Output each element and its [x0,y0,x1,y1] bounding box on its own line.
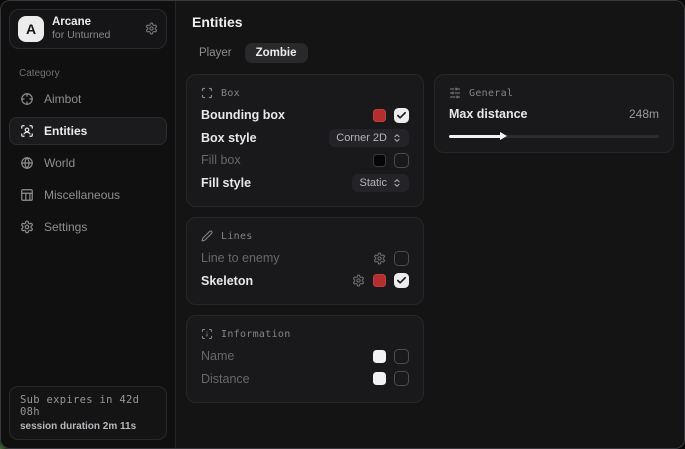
app-subtitle: for Unturned [52,29,110,42]
card-title: Information [221,329,291,340]
color-swatch[interactable] [373,109,386,122]
checkbox[interactable] [394,108,409,123]
setting-label: Skeleton [201,274,253,288]
globe-icon [20,156,34,170]
crosshair-icon [20,92,34,106]
checkbox[interactable] [394,349,409,364]
checkbox[interactable] [394,251,409,266]
tab-player[interactable]: Player [188,43,243,63]
slider-handle[interactable] [500,132,507,140]
setting-label: Name [201,349,234,363]
setting-label: Max distance [449,107,528,121]
slider-value: 248m [629,107,659,121]
sidebar-item-label: World [44,156,75,170]
sidebar-item-label: Aimbot [44,92,81,106]
session-duration: session duration 2m 11s [20,421,156,432]
box-style-dropdown[interactable]: Corner 2D [329,129,409,147]
page-title: Entities [192,14,674,30]
settings-content: Box Bounding box Box style [186,74,674,403]
setting-label: Bounding box [201,108,285,122]
category-label: Category [19,68,175,79]
scan-box-icon [201,87,213,99]
card-title: General [469,88,513,99]
subscription-info-card: Sub expires in 42d 08h session duration … [9,386,167,440]
gear-icon[interactable] [145,22,158,35]
general-card: General Max distance 248m [434,74,674,153]
setting-label: Fill box [201,153,241,167]
lines-card: Lines Line to enemy [186,217,424,305]
gear-icon [20,220,34,234]
card-title: Box [221,88,240,99]
app-name: Arcane [52,15,110,29]
setting-row: Fill box [201,149,409,172]
sidebar-item-miscellaneous[interactable]: Miscellaneous [9,181,167,209]
checkbox[interactable] [394,273,409,288]
setting-label: Line to enemy [201,251,280,265]
sidebar-item-label: Settings [44,220,87,234]
sidebar: A Arcane for Unturned Category Aimbot [1,1,176,448]
box-card: Box Bounding box Box style [186,74,424,207]
main-panel: Entities Player Zombie Box Bounding box [176,1,685,448]
color-swatch[interactable] [373,274,386,287]
sidebar-nav: Aimbot Entities World Miscellaneous [9,85,167,241]
setting-row: Name [201,345,409,368]
slider-fill [449,135,502,138]
fill-style-dropdown[interactable]: Static [352,174,409,192]
checkbox[interactable] [394,371,409,386]
setting-row: Skeleton [201,270,409,293]
setting-row: Fill style Static [201,172,409,195]
sidebar-item-label: Miscellaneous [44,188,120,202]
entity-tabs: Player Zombie [188,43,674,63]
sidebar-item-aimbot[interactable]: Aimbot [9,85,167,113]
scan-user-icon [20,124,34,138]
color-swatch[interactable] [373,350,386,363]
setting-row: Box style Corner 2D [201,127,409,150]
app-window: A Arcane for Unturned Category Aimbot [0,0,685,449]
chevrons-up-down-icon [392,133,402,143]
setting-row: Distance [201,368,409,391]
setting-row: Bounding box [201,104,409,127]
subscription-expiry: Sub expires in 42d 08h [20,394,156,418]
setting-label: Distance [201,372,250,386]
checkbox[interactable] [394,153,409,168]
tab-zombie[interactable]: Zombie [245,43,308,63]
setting-label: Fill style [201,176,251,190]
sidebar-item-world[interactable]: World [9,149,167,177]
max-distance-slider[interactable] [449,132,659,140]
brand-card: A Arcane for Unturned [9,9,167,49]
information-card: Information Name Distance [186,315,424,403]
sidebar-item-label: Entities [44,124,87,138]
setting-row: Line to enemy [201,247,409,270]
chevrons-up-down-icon [392,178,402,188]
scan-info-icon [201,328,213,340]
color-swatch[interactable] [373,372,386,385]
dropdown-value: Static [359,177,387,189]
dropdown-value: Corner 2D [336,132,387,144]
sidebar-item-entities[interactable]: Entities [9,117,167,145]
setting-label: Box style [201,131,257,145]
table-icon [20,188,34,202]
gear-icon[interactable] [352,274,365,287]
pencil-icon [201,230,213,242]
app-logo: A [18,16,44,42]
sliders-icon [449,87,461,99]
sidebar-item-settings[interactable]: Settings [9,213,167,241]
gear-icon[interactable] [373,252,386,265]
card-title: Lines [221,231,253,242]
color-swatch[interactable] [373,154,386,167]
